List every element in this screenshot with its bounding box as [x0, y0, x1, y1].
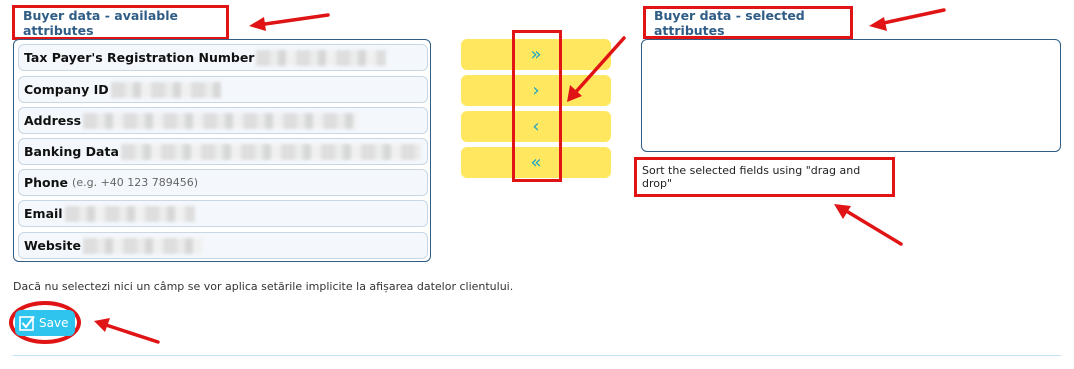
attribute-item-address[interactable]: Address [18, 107, 428, 134]
section-divider [13, 355, 1061, 356]
save-button-label: Save [39, 316, 69, 330]
annotation-arrow-available-title [249, 13, 330, 31]
attribute-label: Address [24, 113, 82, 128]
attribute-label: Tax Payer's Registration Number [24, 50, 255, 65]
attribute-item-phone[interactable]: Phone (e.g. +40 123 789456) [18, 169, 428, 196]
blurred-value [120, 143, 421, 160]
annotation-arrow-selected-title [869, 8, 946, 31]
move-buttons-highlight [512, 30, 562, 182]
sort-hint: Sort the selected fields using "drag and… [634, 157, 895, 197]
attribute-label: Email [24, 206, 63, 221]
attribute-item-website[interactable]: Website [18, 232, 428, 259]
attribute-item-email[interactable]: Email [18, 200, 428, 227]
sort-hint-text: Sort the selected fields using "drag and… [642, 164, 861, 190]
attribute-item-tax-id[interactable]: Tax Payer's Registration Number [18, 44, 428, 71]
blurred-value [110, 81, 221, 98]
attribute-item-company-id[interactable]: Company ID [18, 76, 428, 103]
available-attributes-list: Tax Payer's Registration Number Company … [13, 39, 431, 262]
save-button[interactable]: Save [15, 310, 75, 336]
selected-attributes-title: Buyer data - selected attributes [643, 6, 853, 39]
checkbox-check-icon [19, 315, 35, 331]
blurred-value [82, 237, 203, 254]
selected-attributes-title-text: Buyer data - selected attributes [654, 7, 805, 38]
attribute-label: Phone [24, 175, 69, 190]
annotation-arrow-save [94, 318, 160, 344]
blurred-value [256, 49, 387, 66]
blurred-value [64, 205, 195, 222]
annotation-arrow-sort-hint [834, 204, 903, 246]
attribute-label: Banking Data [24, 144, 119, 159]
available-attributes-title: Buyer data - available attributes [12, 5, 229, 40]
attribute-label: Website [24, 238, 81, 253]
attribute-hint: (e.g. +40 123 789456) [72, 176, 199, 189]
attribute-item-banking-data[interactable]: Banking Data [18, 138, 428, 165]
blurred-value [83, 112, 359, 129]
attribute-label: Company ID [24, 82, 109, 97]
available-attributes-title-text: Buyer data - available attributes [23, 7, 178, 38]
default-settings-note: Dacă nu selectezi nici un câmp se vor ap… [13, 280, 514, 293]
selected-attributes-list[interactable] [641, 39, 1061, 152]
